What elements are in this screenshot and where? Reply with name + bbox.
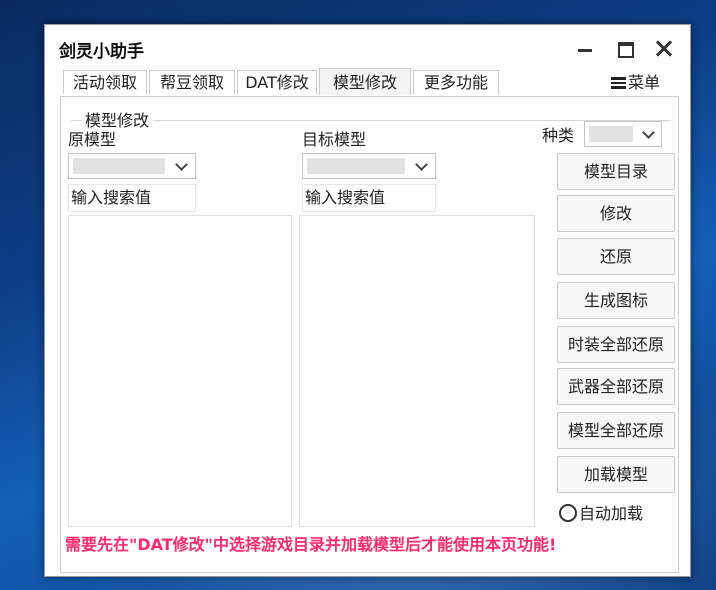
restore-button[interactable]: 还原 xyxy=(557,238,675,275)
chevron-down-icon xyxy=(642,126,655,139)
window-title: 剑灵小助手 xyxy=(59,42,144,62)
source-model-list[interactable] xyxy=(68,215,292,527)
tab-activity[interactable]: 活动领取 xyxy=(63,70,147,94)
restore-all-weapon-button[interactable]: 武器全部还原 xyxy=(557,368,675,405)
tab-more[interactable]: 更多功能 xyxy=(413,70,499,94)
auto-load-option[interactable]: 自动加载 xyxy=(559,500,643,524)
generate-icon-button[interactable]: 生成图标 xyxy=(557,282,675,319)
auto-load-label: 自动加载 xyxy=(579,504,644,523)
menu-button[interactable]: 菜单 xyxy=(611,69,660,93)
chevron-down-icon xyxy=(415,158,428,171)
load-model-button[interactable]: 加载模型 xyxy=(557,456,675,493)
target-model-list[interactable] xyxy=(299,215,535,527)
tab-bean[interactable]: 帮豆领取 xyxy=(149,70,235,94)
restore-all-costume-button[interactable]: 时装全部还原 xyxy=(557,326,675,363)
target-model-label: 目标模型 xyxy=(302,130,367,149)
notice-text: 需要先在"DAT修改"中选择游戏目录并加载模型后才能使用本页功能! xyxy=(65,535,557,554)
group-divider xyxy=(71,120,671,121)
category-label: 种类 xyxy=(542,126,575,145)
minimize-icon[interactable] xyxy=(572,37,598,59)
tab-dat[interactable]: DAT修改 xyxy=(237,70,317,94)
hamburger-icon xyxy=(611,77,626,89)
category-combo[interactable] xyxy=(584,121,662,147)
source-model-combo[interactable] xyxy=(68,153,196,179)
combo-value xyxy=(307,158,405,174)
model-directory-button[interactable]: 模型目录 xyxy=(557,153,675,190)
combo-value xyxy=(73,158,165,174)
chevron-down-icon xyxy=(175,158,188,171)
tab-model[interactable]: 模型修改 xyxy=(319,68,411,95)
close-icon[interactable] xyxy=(651,37,677,59)
combo-value xyxy=(589,126,633,142)
menu-label: 菜单 xyxy=(628,73,661,92)
modify-button[interactable]: 修改 xyxy=(557,195,675,232)
radio-button[interactable] xyxy=(559,504,577,522)
source-model-label: 原模型 xyxy=(68,130,117,149)
restore-all-model-button[interactable]: 模型全部还原 xyxy=(557,412,675,449)
target-model-combo[interactable] xyxy=(302,153,436,179)
source-search-input[interactable]: 输入搜索值 xyxy=(68,184,196,212)
maximize-icon[interactable] xyxy=(612,37,638,59)
app-window: 剑灵小助手 活动领取 帮豆领取 DAT修改 模型修改 更多功能 菜单 模型修改 … xyxy=(44,24,691,577)
target-search-input[interactable]: 输入搜索值 xyxy=(302,184,436,212)
model-panel: 模型修改 原模型 输入搜索值 目标模型 输入搜索值 种类 模型目录 修改 还原 … xyxy=(60,96,679,573)
